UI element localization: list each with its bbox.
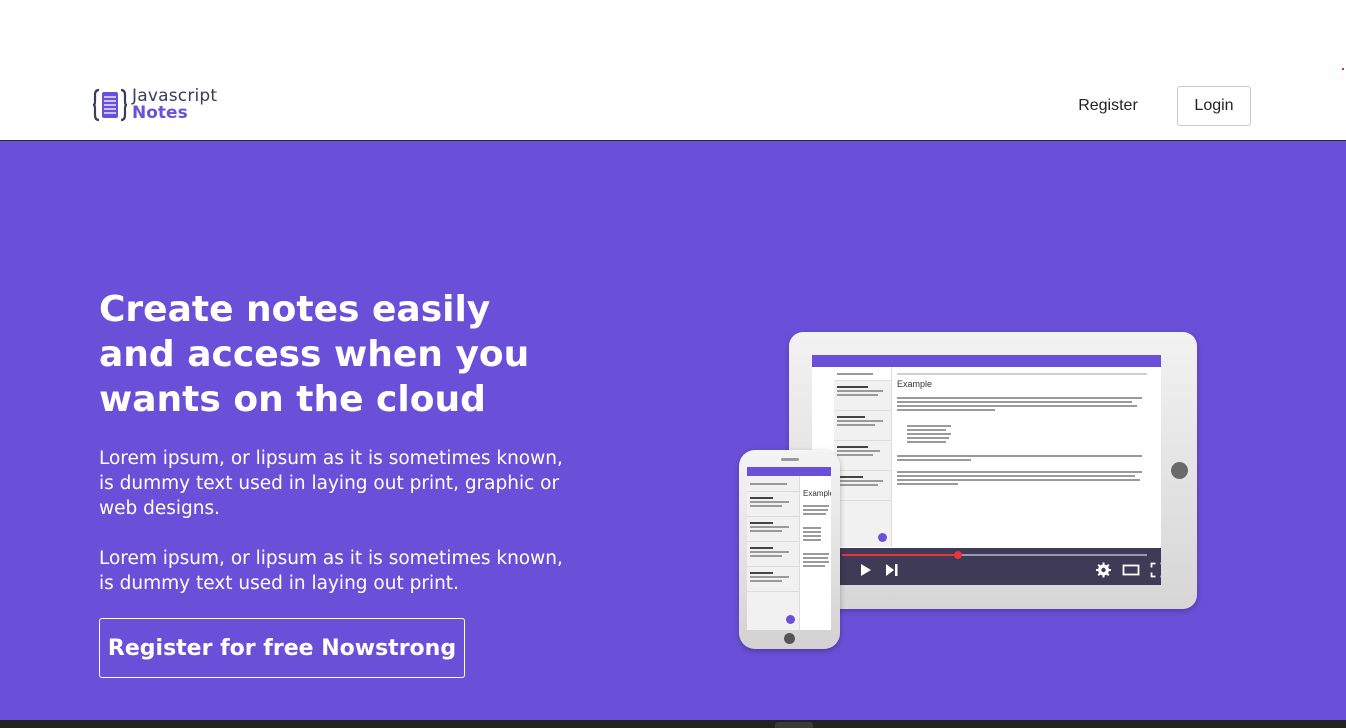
app-editor: Example	[897, 371, 1157, 551]
phone-illustration: Example	[739, 450, 840, 649]
phone-app-header	[747, 467, 831, 476]
video-progress-fill	[842, 554, 958, 556]
hero-title: Create notes easily and access when you …	[99, 289, 530, 420]
hero-paragraph-2: Lorem ipsum, or lipsum as it is sometime…	[99, 548, 563, 594]
tablet-illustration: Example	[789, 332, 1197, 609]
hero-paragraph-1: Lorem ipsum, or lipsum as it is sometime…	[99, 448, 563, 519]
register-free-button[interactable]: Register for free Nowstrong	[99, 618, 465, 678]
nav-register-link[interactable]: Register	[1068, 86, 1148, 126]
footer-strip	[0, 720, 1346, 728]
phone-home-button	[784, 633, 795, 644]
footer-tab	[775, 722, 813, 728]
notebook-braces-icon	[92, 88, 128, 122]
theater-mode-icon	[1122, 564, 1140, 576]
nav-login-button[interactable]: Login	[1177, 86, 1251, 126]
video-controls-bar	[812, 548, 1161, 585]
app-notes-sidebar	[834, 367, 892, 547]
tablet-home-button	[1171, 462, 1188, 479]
fullscreen-icon	[1150, 562, 1161, 578]
brand-logo[interactable]: Javascript Notes	[92, 86, 217, 124]
video-progress-knob	[953, 551, 962, 559]
edge-marker	[1342, 68, 1344, 70]
editor-note-title: Example	[897, 379, 933, 389]
phone-screen: Example	[747, 467, 831, 630]
app-header-bar	[812, 355, 1161, 367]
tablet-screen: Example	[812, 355, 1161, 585]
navbar: Javascript Notes Register Login	[0, 0, 1346, 141]
phone-notes-sidebar	[747, 476, 800, 630]
phone-add-note-icon	[786, 615, 795, 624]
settings-gear-icon	[1096, 562, 1111, 578]
phone-note-title: Example	[803, 489, 831, 498]
brand-name-line2: Notes	[132, 103, 188, 123]
skip-next-icon	[886, 564, 898, 576]
add-note-icon	[878, 533, 887, 542]
video-progress-track	[842, 551, 1147, 559]
phone-speaker	[781, 458, 799, 461]
play-icon	[861, 564, 871, 576]
brand-text: Javascript Notes	[132, 88, 217, 122]
